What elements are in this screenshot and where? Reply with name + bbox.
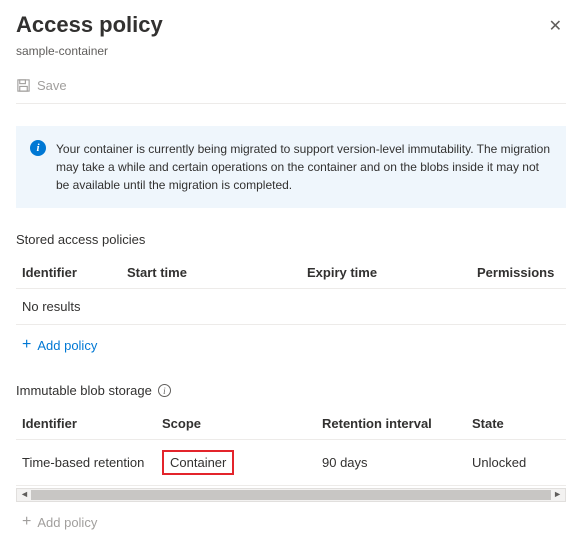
info-banner: i Your container is currently being migr… <box>16 126 566 208</box>
horizontal-scrollbar[interactable] <box>16 488 566 502</box>
col-scope: Scope <box>162 416 322 431</box>
cell-retention: 90 days <box>322 455 472 470</box>
stored-policies-title: Stored access policies <box>16 232 566 247</box>
info-help-icon[interactable]: i <box>158 384 171 397</box>
no-results: No results <box>16 289 566 325</box>
col-permissions: Permissions <box>477 265 560 280</box>
col-state: State <box>472 416 560 431</box>
add-policy-label: Add policy <box>37 515 97 530</box>
plus-icon: + <box>22 514 31 530</box>
cell-state: Unlocked <box>472 455 560 470</box>
immutable-table: Identifier Scope Retention interval Stat… <box>16 408 566 486</box>
cell-identifier: Time-based retention <box>22 455 162 470</box>
plus-icon: + <box>22 337 31 353</box>
stored-policies-table: Identifier Start time Expiry time Permis… <box>16 257 566 325</box>
close-icon: ✕ <box>549 18 562 35</box>
col-identifier: Identifier <box>22 416 162 431</box>
add-policy-label: Add policy <box>37 338 97 353</box>
close-button[interactable]: ✕ <box>545 12 566 40</box>
table-header: Identifier Start time Expiry time Permis… <box>16 257 566 289</box>
save-label: Save <box>37 78 67 93</box>
info-icon: i <box>30 140 46 156</box>
info-message: Your container is currently being migrat… <box>56 142 550 192</box>
col-start-time: Start time <box>127 265 307 280</box>
save-icon <box>16 78 31 93</box>
page-subtitle: sample-container <box>16 44 566 58</box>
cell-scope: Container <box>162 450 322 475</box>
divider <box>16 103 566 104</box>
page-title: Access policy <box>16 12 163 38</box>
add-immutable-policy-button: + Add policy <box>16 502 566 542</box>
save-button: Save <box>16 72 566 99</box>
col-expiry-time: Expiry time <box>307 265 477 280</box>
table-row[interactable]: Time-based retention Container 90 days U… <box>16 440 566 486</box>
add-stored-policy-button[interactable]: + Add policy <box>16 325 566 365</box>
table-header: Identifier Scope Retention interval Stat… <box>16 408 566 440</box>
col-retention: Retention interval <box>322 416 472 431</box>
col-identifier: Identifier <box>22 265 127 280</box>
immutable-storage-title: Immutable blob storage i <box>16 383 566 398</box>
scope-highlight: Container <box>162 450 234 475</box>
immutable-title-text: Immutable blob storage <box>16 383 152 398</box>
